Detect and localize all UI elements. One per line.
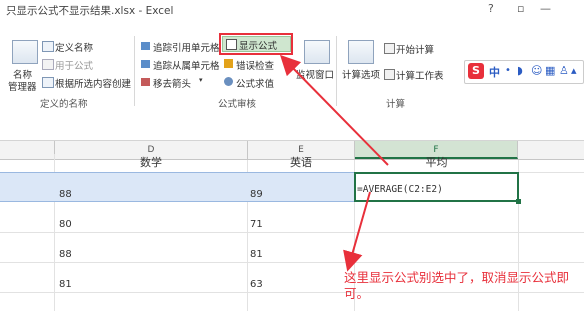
annotation-note: 这里显示公式别选中了，取消显示公式即可。 bbox=[344, 270, 570, 301]
arrow-to-note bbox=[343, 191, 371, 272]
arrow-to-show-formulas bbox=[279, 54, 389, 166]
annotation-arrows bbox=[279, 54, 389, 272]
